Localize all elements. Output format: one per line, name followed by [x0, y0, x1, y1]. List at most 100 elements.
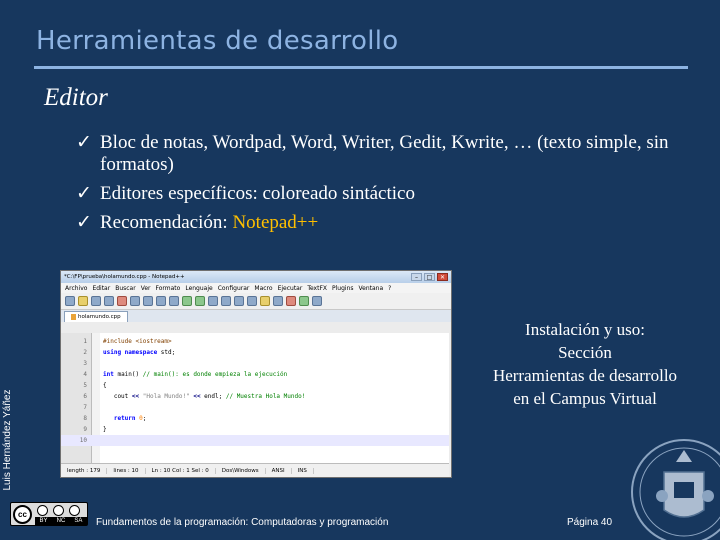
unsaved-file-icon	[71, 314, 76, 320]
undo-icon[interactable]	[182, 296, 192, 306]
bullet-text: Bloc de notas, Wordpad, Word, Writer, Ge…	[100, 132, 669, 175]
save-icon[interactable]	[91, 296, 101, 306]
zoom-out-icon[interactable]	[247, 296, 257, 306]
by-icon	[37, 505, 48, 516]
license-by: BY	[39, 518, 48, 524]
menu-item-ver[interactable]: Ver	[141, 285, 151, 292]
code-line[interactable]: 6 cout << "Hola Mundo!" << endl; // Mues…	[61, 391, 449, 402]
install-line: Herramientas de desarrollo	[492, 366, 678, 385]
code-text: cout << "Hola Mundo!" << endl; // Muestr…	[103, 391, 306, 402]
maximize-button[interactable]: □	[424, 273, 435, 281]
indent-guide-icon[interactable]	[273, 296, 283, 306]
slide-subtitle: Editor	[44, 84, 108, 111]
code-line[interactable]: 1 #include <iostream>	[61, 336, 449, 347]
status-insert-mode: INS	[292, 467, 314, 474]
new-file-icon[interactable]	[65, 296, 75, 306]
status-bar: length : 179 lines : 10 Ln : 10 Col : 1 …	[61, 463, 449, 477]
menu-item-lenguaje[interactable]: Lenguaje	[185, 285, 212, 292]
code-line[interactable]: 5{	[61, 380, 449, 391]
code-token: endl;	[200, 393, 226, 400]
cc-license-badge[interactable]: cc BY NC SA	[10, 502, 88, 526]
check-icon: ✓	[76, 183, 92, 204]
play-macro-icon[interactable]	[299, 296, 309, 306]
close-file-icon[interactable]	[117, 296, 127, 306]
author-label: Luis Hernández Yáñez	[2, 380, 16, 500]
status-length: length : 179	[61, 467, 108, 474]
code-line[interactable]: 2 using namespace std;	[61, 347, 449, 358]
code-token: #include <iostream>	[103, 338, 172, 345]
code-text: {	[103, 380, 107, 391]
window-titlebar[interactable]: *C:\FP\prueba\holamundo.cpp - Notepad++ …	[61, 271, 451, 283]
code-line[interactable]: 4 int main() // main(): es donde empieza …	[61, 369, 449, 380]
toolbar	[61, 293, 451, 310]
nc-icon	[53, 505, 64, 516]
code-line[interactable]: 8 return 0;	[61, 413, 449, 424]
bullet-item: ✓ Recomendación: Notepad++	[76, 212, 676, 234]
save-macro-icon[interactable]	[312, 296, 322, 306]
footer-course-title: Fundamentos de la programación: Computad…	[96, 517, 389, 528]
menu-item-formato[interactable]: Formato	[156, 285, 181, 292]
copy-icon[interactable]	[156, 296, 166, 306]
code-token: std;	[157, 349, 176, 356]
notepadpp-window: *C:\FP\prueba\holamundo.cpp - Notepad++ …	[60, 270, 452, 478]
line-number: 2	[83, 349, 87, 356]
menu-item-ejecutar[interactable]: Ejecutar	[278, 285, 303, 292]
tab-holamundo[interactable]: holamundo.cpp	[64, 311, 128, 322]
record-macro-icon[interactable]	[286, 296, 296, 306]
code-editor[interactable]: 1 #include <iostream> 2 using namespace std…	[61, 333, 449, 463]
code-token: <<	[193, 393, 201, 400]
menu-item-buscar[interactable]: Buscar	[115, 285, 136, 292]
code-token: // Muestra Hola Mundo!	[225, 393, 306, 400]
line-number: 5	[83, 382, 87, 389]
find-icon[interactable]	[208, 296, 218, 306]
license-sa: SA	[74, 518, 83, 524]
menu-item-archivo[interactable]: Archivo	[65, 285, 87, 292]
menu-item-help[interactable]: ?	[388, 285, 391, 292]
menu-item-textfx[interactable]: TextFX	[307, 285, 327, 292]
menu-item-ventana[interactable]: Ventana	[359, 285, 384, 292]
code-token: 0	[135, 415, 143, 422]
install-line: en el Campus Virtual	[513, 389, 657, 408]
cut-icon[interactable]	[143, 296, 153, 306]
open-file-icon[interactable]	[78, 296, 88, 306]
redo-icon[interactable]	[195, 296, 205, 306]
install-line: Sección	[558, 343, 612, 362]
code-text: int main() // main(): es donde empieza l…	[103, 369, 287, 380]
tab-label: holamundo.cpp	[78, 314, 121, 320]
page-number: Página 40	[567, 517, 613, 528]
code-line[interactable]: 9}	[61, 424, 449, 435]
code-token: ;	[142, 415, 147, 422]
zoom-in-icon[interactable]	[234, 296, 244, 306]
menu-item-plugins[interactable]: Plugins	[332, 285, 354, 292]
check-icon: ✓	[76, 212, 92, 233]
code-line[interactable]: 10	[61, 435, 449, 446]
install-line: Instalación y uso:	[525, 320, 645, 339]
notepadpp-highlight: Notepad++	[232, 212, 319, 233]
line-number: 10	[79, 437, 87, 444]
code-token: }	[103, 426, 107, 433]
code-token: return	[113, 415, 136, 422]
menu-item-editar[interactable]: Editar	[92, 285, 110, 292]
status-encoding: ANSI	[266, 467, 292, 474]
bullet-text: Recomendación:	[100, 212, 233, 233]
slide-title: Herramientas de desarrollo	[36, 26, 399, 56]
menu-item-macro[interactable]: Macro	[254, 285, 272, 292]
minimize-button[interactable]: –	[411, 273, 422, 281]
save-all-icon[interactable]	[104, 296, 114, 306]
code-line[interactable]: 7	[61, 402, 449, 413]
line-number: 4	[83, 371, 87, 378]
code-token: int	[103, 371, 114, 378]
bullet-item: ✓ Editores específicos: coloreado sintác…	[76, 183, 676, 205]
menu-bar: Archivo Editar Buscar Ver Formato Lengua…	[61, 283, 451, 293]
wrap-icon[interactable]	[260, 296, 270, 306]
print-icon[interactable]	[130, 296, 140, 306]
menu-item-configurar[interactable]: Configurar	[218, 285, 250, 292]
code-line[interactable]: 3	[61, 358, 449, 369]
bullet-item: ✓ Bloc de notas, Wordpad, Word, Writer, …	[76, 132, 676, 176]
replace-icon[interactable]	[221, 296, 231, 306]
sa-icon	[69, 505, 80, 516]
author-label-text: Luis Hernández Yáñez	[2, 389, 13, 491]
close-button[interactable]: ✕	[437, 273, 448, 281]
paste-icon[interactable]	[169, 296, 179, 306]
